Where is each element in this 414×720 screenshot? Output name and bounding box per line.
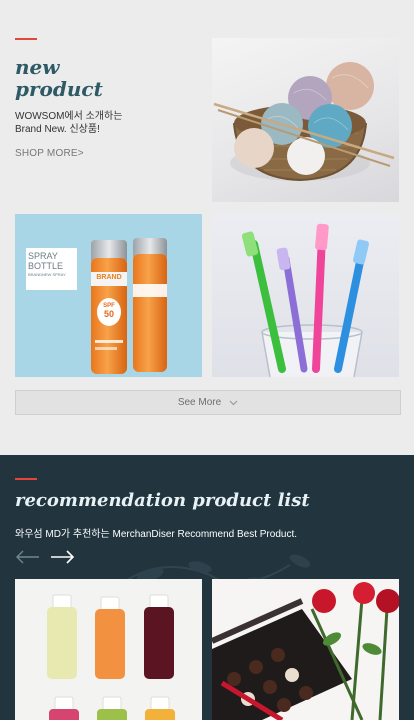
recommendation-description: 와우섬 MD가 추천하는 MerchanDiser Recommend Best… [15,529,298,540]
arrow-right-icon[interactable] [49,549,79,565]
toothbrush-image[interactable] [212,214,399,377]
accent-line [15,478,37,480]
desc-line-1: WOWSOM에서 소개하는 [15,111,123,122]
accent-line [15,38,37,40]
shop-more-link[interactable]: SHOP MORE> [15,148,84,159]
recommendation-heading: recommendation product list [15,490,310,511]
chocolate-box-illustration [212,582,399,720]
spray-label-line-3: BRANDNEW SPRAY [28,272,66,277]
see-more-button[interactable]: See More [15,390,401,415]
spray-spf-number: 50 [103,309,114,319]
spray-spf-label: SPF 50 [97,303,121,319]
spray-bottle-illustration [26,238,167,374]
chevron-down-icon [229,398,238,408]
new-product-section: new product WOWSOM에서 소개하는 Brand New. 신상품… [0,0,414,455]
see-more-label: See More [177,397,222,408]
toothbrush-illustration [241,223,369,377]
spray-bottle-image[interactable]: SPRAY BOTTLE BRANDNEW SPRAY BRAND SPF 50 [15,214,202,377]
desc-line-2: Brand New. 신상품! [15,124,100,135]
recommendation-section: recommendation product list 와우섬 MD가 추천하는… [0,455,414,720]
new-product-description: WOWSOM에서 소개하는 Brand New. 신상품! [15,110,195,136]
juice-bottles-illustration [47,594,175,720]
heading-line-new: new [15,55,60,79]
heading-line-product: product [15,77,103,101]
spray-brand-label: BRAND [96,274,122,281]
new-product-heading: new product [15,56,103,100]
juice-bottles-image[interactable] [15,579,202,720]
yarn-basket-image[interactable] [212,38,399,202]
spray-label-line-2: BOTTLE [28,261,64,271]
chocolate-box-image[interactable] [212,579,399,720]
arrow-left-icon[interactable] [15,549,45,565]
spray-label: SPRAY BOTTLE BRANDNEW SPRAY [28,251,75,278]
spray-label-line-1: SPRAY [28,251,58,261]
yarn-basket-illustration [213,62,395,182]
